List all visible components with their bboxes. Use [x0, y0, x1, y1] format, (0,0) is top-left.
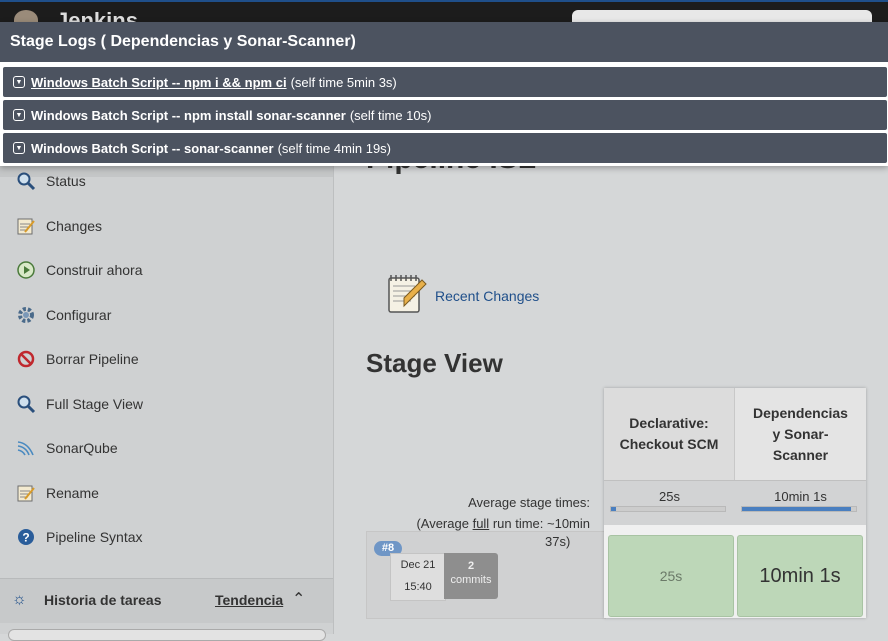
sun-icon: ☼	[12, 591, 27, 608]
stage-logs-modal: Stage Logs ( Dependencias y Sonar-Scanne…	[0, 22, 888, 166]
chevron-up-icon[interactable]: ⌃	[292, 589, 305, 609]
sidebar-item-label: Pipeline Syntax	[46, 529, 143, 545]
average-stage-times-label: Average stage times:	[468, 495, 590, 510]
sidebar-item-construir-ahora[interactable]: Construir ahora	[14, 255, 143, 285]
sidebar-item-status[interactable]: Status	[14, 166, 86, 196]
sidebar-item-label: SonarQube	[46, 440, 118, 456]
log-entry[interactable]: ▼ Windows Batch Script -- sonar-scanner …	[3, 133, 887, 163]
collapse-toggle-icon[interactable]: ▼	[13, 142, 25, 154]
collapse-toggle-icon[interactable]: ▼	[13, 109, 25, 121]
stage-cell-dependencias[interactable]: 10min 1s	[737, 535, 863, 617]
build-history-title: Historia de tareas	[44, 592, 162, 608]
build-commits[interactable]: 2 commits	[444, 553, 498, 599]
log-entry-label[interactable]: Windows Batch Script -- npm install sona…	[31, 108, 346, 123]
log-entry[interactable]: ▼ Windows Batch Script -- npm install so…	[3, 100, 887, 130]
stage-view-title: Stage View	[366, 348, 503, 378]
stage-average-bar	[741, 506, 857, 512]
average-run-time-tail: 37s)	[545, 534, 571, 549]
notepad-icon[interactable]	[386, 272, 428, 316]
sidebar-item-label: Configurar	[46, 307, 112, 323]
magnifier-icon	[14, 392, 38, 416]
sidebar-item-label: Construir ahora	[46, 262, 143, 278]
sidebar-item-sonarqube[interactable]: SonarQube	[14, 433, 118, 463]
log-entry-time: (self time 10s)	[349, 107, 432, 123]
sidebar-item-full-stage-view[interactable]: Full Stage View	[14, 389, 143, 419]
sidebar-item-borrar-pipeline[interactable]: Borrar Pipeline	[14, 344, 139, 374]
stage-view-table: Declarative: Checkout SCM Dependencias y…	[604, 388, 866, 618]
log-entry-label[interactable]: Windows Batch Script -- npm i && npm ci	[31, 75, 287, 90]
modal-title: Stage Logs ( Dependencias y Sonar-Scanne…	[0, 22, 888, 62]
no-entry-icon	[14, 347, 38, 371]
collapse-toggle-icon[interactable]: ▼	[13, 76, 25, 88]
log-entry-time: (self time 4min 19s)	[277, 140, 392, 156]
notepad-icon	[14, 214, 38, 238]
history-filter-input[interactable]	[8, 629, 326, 641]
sidebar-item-changes[interactable]: Changes	[14, 211, 102, 241]
sidebar-item-label: Rename	[46, 485, 99, 501]
build-date: Dec 21 15:40	[390, 553, 446, 601]
log-entry-label[interactable]: Windows Batch Script -- sonar-scanner	[31, 141, 274, 156]
sidebar-item-label: Changes	[46, 218, 103, 234]
sidebar-item-configurar[interactable]: Configurar	[14, 300, 111, 330]
sonar-waves-icon	[14, 436, 38, 460]
gear-icon	[14, 303, 38, 327]
build-clock-icon	[14, 258, 38, 282]
help-circle-icon: ?	[14, 525, 38, 549]
average-stage-times: Average stage times: (Average full run t…	[400, 492, 590, 534]
sidebar-item-label: Status	[46, 173, 86, 189]
sidebar-item-rename[interactable]: Rename	[14, 478, 99, 508]
recent-changes-link[interactable]: Recent Changes	[435, 288, 539, 304]
build-history-header: ☼ Historia de tareas Tendencia ⌃	[0, 578, 333, 623]
sidebar-item-label: Full Stage View	[46, 396, 144, 412]
svg-text:?: ?	[22, 531, 29, 545]
stage-cell-checkout[interactable]: 25s	[608, 535, 734, 617]
log-entry[interactable]: ▼ Windows Batch Script -- npm i && npm c…	[3, 67, 887, 97]
sidebar-item-label: Borrar Pipeline	[46, 351, 139, 367]
sidebar-item-pipeline-syntax[interactable]: ? Pipeline Syntax	[14, 522, 143, 552]
stage-average-checkout: 25s	[604, 480, 736, 525]
stage-average-bar	[610, 506, 726, 512]
stage-average-dependencias: 10min 1s	[735, 480, 866, 525]
trend-link[interactable]: Tendencia	[215, 592, 283, 608]
log-entry-time: (self time 5min 3s)	[290, 74, 397, 90]
stage-header-dependencias: Dependencias y Sonar-Scanner	[735, 388, 866, 480]
stage-header-checkout: Declarative: Checkout SCM	[604, 388, 735, 480]
magnifier-icon	[14, 169, 38, 193]
full-run-link[interactable]: full	[473, 516, 490, 531]
notepad-icon	[14, 481, 38, 505]
